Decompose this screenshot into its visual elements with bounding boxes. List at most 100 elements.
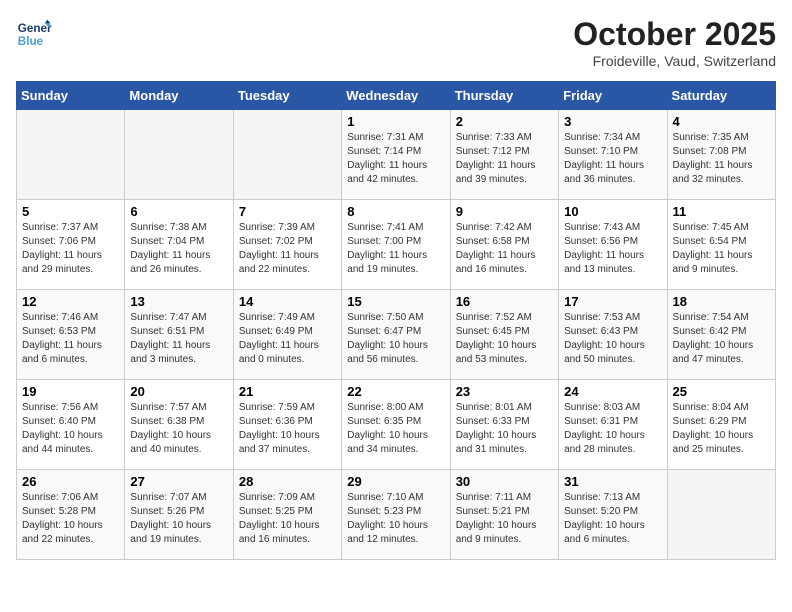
header-cell-sunday: Sunday bbox=[17, 82, 125, 110]
day-number: 21 bbox=[239, 384, 336, 399]
day-info: Sunrise: 7:46 AM Sunset: 6:53 PM Dayligh… bbox=[22, 311, 119, 367]
day-number: 12 bbox=[22, 294, 119, 309]
day-number: 16 bbox=[456, 294, 553, 309]
day-cell bbox=[125, 110, 233, 200]
day-cell bbox=[667, 470, 775, 560]
day-cell: 23 Sunrise: 8:01 AM Sunset: 6:33 PM Dayli… bbox=[450, 380, 558, 470]
day-info: Sunrise: 7:13 AM Sunset: 5:20 PM Dayligh… bbox=[564, 491, 661, 547]
day-cell: 18 Sunrise: 7:54 AM Sunset: 6:42 PM Dayli… bbox=[667, 290, 775, 380]
day-number: 4 bbox=[673, 114, 770, 129]
day-cell: 16 Sunrise: 7:52 AM Sunset: 6:45 PM Dayli… bbox=[450, 290, 558, 380]
day-info: Sunrise: 7:31 AM Sunset: 7:14 PM Dayligh… bbox=[347, 131, 444, 187]
week-row-4: 19 Sunrise: 7:56 AM Sunset: 6:40 PM Dayli… bbox=[17, 380, 776, 470]
day-cell bbox=[17, 110, 125, 200]
calendar-table: SundayMondayTuesdayWednesdayThursdayFrid… bbox=[16, 81, 776, 560]
location-subtitle: Froideville, Vaud, Switzerland bbox=[573, 53, 776, 69]
day-number: 9 bbox=[456, 204, 553, 219]
day-cell: 10Sunrise: 7:43 AM Sunset: 6:56 PM Dayli… bbox=[559, 200, 667, 290]
day-number: 11 bbox=[673, 204, 770, 219]
day-cell: 11 Sunrise: 7:45 AM Sunset: 6:54 PM Dayli… bbox=[667, 200, 775, 290]
week-row-1: 1 Sunrise: 7:31 AM Sunset: 7:14 PM Daylig… bbox=[17, 110, 776, 200]
header-cell-tuesday: Tuesday bbox=[233, 82, 341, 110]
day-info: Sunrise: 7:10 AM Sunset: 5:23 PM Dayligh… bbox=[347, 491, 444, 547]
day-info: Sunrise: 7:37 AM Sunset: 7:06 PM Dayligh… bbox=[22, 221, 119, 277]
day-number: 10 bbox=[564, 204, 661, 219]
day-info: Sunrise: 7:57 AM Sunset: 6:38 PM Dayligh… bbox=[130, 401, 227, 457]
day-cell: 24 Sunrise: 8:03 AM Sunset: 6:31 PM Dayli… bbox=[559, 380, 667, 470]
svg-text:Blue: Blue bbox=[18, 35, 44, 48]
day-cell: 4 Sunrise: 7:35 AM Sunset: 7:08 PM Daylig… bbox=[667, 110, 775, 200]
day-info: Sunrise: 7:42 AM Sunset: 6:58 PM Dayligh… bbox=[456, 221, 553, 277]
day-cell: 2Sunrise: 7:33 AM Sunset: 7:12 PM Daylig… bbox=[450, 110, 558, 200]
day-cell: 25 Sunrise: 8:04 AM Sunset: 6:29 PM Dayli… bbox=[667, 380, 775, 470]
day-info: Sunrise: 8:00 AM Sunset: 6:35 PM Dayligh… bbox=[347, 401, 444, 457]
day-cell: 3Sunrise: 7:34 AM Sunset: 7:10 PM Daylig… bbox=[559, 110, 667, 200]
day-number: 28 bbox=[239, 474, 336, 489]
day-info: Sunrise: 7:54 AM Sunset: 6:42 PM Dayligh… bbox=[673, 311, 770, 367]
day-cell: 5 Sunrise: 7:37 AM Sunset: 7:06 PM Daylig… bbox=[17, 200, 125, 290]
calendar-header: SundayMondayTuesdayWednesdayThursdayFrid… bbox=[17, 82, 776, 110]
day-number: 1 bbox=[347, 114, 444, 129]
day-info: Sunrise: 8:04 AM Sunset: 6:29 PM Dayligh… bbox=[673, 401, 770, 457]
day-number: 22 bbox=[347, 384, 444, 399]
day-info: Sunrise: 7:59 AM Sunset: 6:36 PM Dayligh… bbox=[239, 401, 336, 457]
day-info: Sunrise: 8:01 AM Sunset: 6:33 PM Dayligh… bbox=[456, 401, 553, 457]
day-info: Sunrise: 7:39 AM Sunset: 7:02 PM Dayligh… bbox=[239, 221, 336, 277]
day-number: 17 bbox=[564, 294, 661, 309]
month-title: October 2025 bbox=[573, 16, 776, 53]
day-number: 18 bbox=[673, 294, 770, 309]
day-info: Sunrise: 7:45 AM Sunset: 6:54 PM Dayligh… bbox=[673, 221, 770, 277]
day-cell: 17 Sunrise: 7:53 AM Sunset: 6:43 PM Dayli… bbox=[559, 290, 667, 380]
day-number: 13 bbox=[130, 294, 227, 309]
day-cell: 31 Sunrise: 7:13 AM Sunset: 5:20 PM Dayli… bbox=[559, 470, 667, 560]
logo-icon: General Blue bbox=[16, 16, 52, 52]
day-info: Sunrise: 7:49 AM Sunset: 6:49 PM Dayligh… bbox=[239, 311, 336, 367]
day-info: Sunrise: 7:38 AM Sunset: 7:04 PM Dayligh… bbox=[130, 221, 227, 277]
day-number: 24 bbox=[564, 384, 661, 399]
day-number: 23 bbox=[456, 384, 553, 399]
week-row-3: 12 Sunrise: 7:46 AM Sunset: 6:53 PM Dayli… bbox=[17, 290, 776, 380]
day-number: 29 bbox=[347, 474, 444, 489]
day-info: Sunrise: 7:09 AM Sunset: 5:25 PM Dayligh… bbox=[239, 491, 336, 547]
day-number: 26 bbox=[22, 474, 119, 489]
day-info: Sunrise: 7:47 AM Sunset: 6:51 PM Dayligh… bbox=[130, 311, 227, 367]
page-header: General Blue October 2025 Froideville, V… bbox=[16, 16, 776, 69]
day-cell: 21 Sunrise: 7:59 AM Sunset: 6:36 PM Dayli… bbox=[233, 380, 341, 470]
day-cell: 12 Sunrise: 7:46 AM Sunset: 6:53 PM Dayli… bbox=[17, 290, 125, 380]
day-number: 31 bbox=[564, 474, 661, 489]
day-cell: 1 Sunrise: 7:31 AM Sunset: 7:14 PM Daylig… bbox=[342, 110, 450, 200]
header-cell-monday: Monday bbox=[125, 82, 233, 110]
day-number: 2 bbox=[456, 114, 553, 129]
calendar-body: 1 Sunrise: 7:31 AM Sunset: 7:14 PM Daylig… bbox=[17, 110, 776, 560]
header-row: SundayMondayTuesdayWednesdayThursdayFrid… bbox=[17, 82, 776, 110]
day-cell: 15 Sunrise: 7:50 AM Sunset: 6:47 PM Dayli… bbox=[342, 290, 450, 380]
logo: General Blue bbox=[16, 16, 56, 52]
day-info: Sunrise: 7:34 AM Sunset: 7:10 PM Dayligh… bbox=[564, 131, 661, 187]
day-info: Sunrise: 7:35 AM Sunset: 7:08 PM Dayligh… bbox=[673, 131, 770, 187]
day-cell: 28 Sunrise: 7:09 AM Sunset: 5:25 PM Dayli… bbox=[233, 470, 341, 560]
day-number: 14 bbox=[239, 294, 336, 309]
day-number: 5 bbox=[22, 204, 119, 219]
day-number: 19 bbox=[22, 384, 119, 399]
day-cell: 9 Sunrise: 7:42 AM Sunset: 6:58 PM Daylig… bbox=[450, 200, 558, 290]
header-cell-wednesday: Wednesday bbox=[342, 82, 450, 110]
day-info: Sunrise: 8:03 AM Sunset: 6:31 PM Dayligh… bbox=[564, 401, 661, 457]
day-info: Sunrise: 7:50 AM Sunset: 6:47 PM Dayligh… bbox=[347, 311, 444, 367]
title-section: October 2025 Froideville, Vaud, Switzerl… bbox=[573, 16, 776, 69]
day-cell: 13 Sunrise: 7:47 AM Sunset: 6:51 PM Dayli… bbox=[125, 290, 233, 380]
day-cell: 8Sunrise: 7:41 AM Sunset: 7:00 PM Daylig… bbox=[342, 200, 450, 290]
week-row-5: 26Sunrise: 7:06 AM Sunset: 5:28 PM Dayli… bbox=[17, 470, 776, 560]
header-cell-saturday: Saturday bbox=[667, 82, 775, 110]
day-number: 25 bbox=[673, 384, 770, 399]
day-cell: 30Sunrise: 7:11 AM Sunset: 5:21 PM Dayli… bbox=[450, 470, 558, 560]
day-number: 30 bbox=[456, 474, 553, 489]
day-number: 6 bbox=[130, 204, 227, 219]
day-info: Sunrise: 7:52 AM Sunset: 6:45 PM Dayligh… bbox=[456, 311, 553, 367]
day-info: Sunrise: 7:56 AM Sunset: 6:40 PM Dayligh… bbox=[22, 401, 119, 457]
day-cell: 27Sunrise: 7:07 AM Sunset: 5:26 PM Dayli… bbox=[125, 470, 233, 560]
day-info: Sunrise: 7:53 AM Sunset: 6:43 PM Dayligh… bbox=[564, 311, 661, 367]
day-number: 27 bbox=[130, 474, 227, 489]
day-number: 15 bbox=[347, 294, 444, 309]
day-cell: 14 Sunrise: 7:49 AM Sunset: 6:49 PM Dayli… bbox=[233, 290, 341, 380]
day-cell: 26Sunrise: 7:06 AM Sunset: 5:28 PM Dayli… bbox=[17, 470, 125, 560]
